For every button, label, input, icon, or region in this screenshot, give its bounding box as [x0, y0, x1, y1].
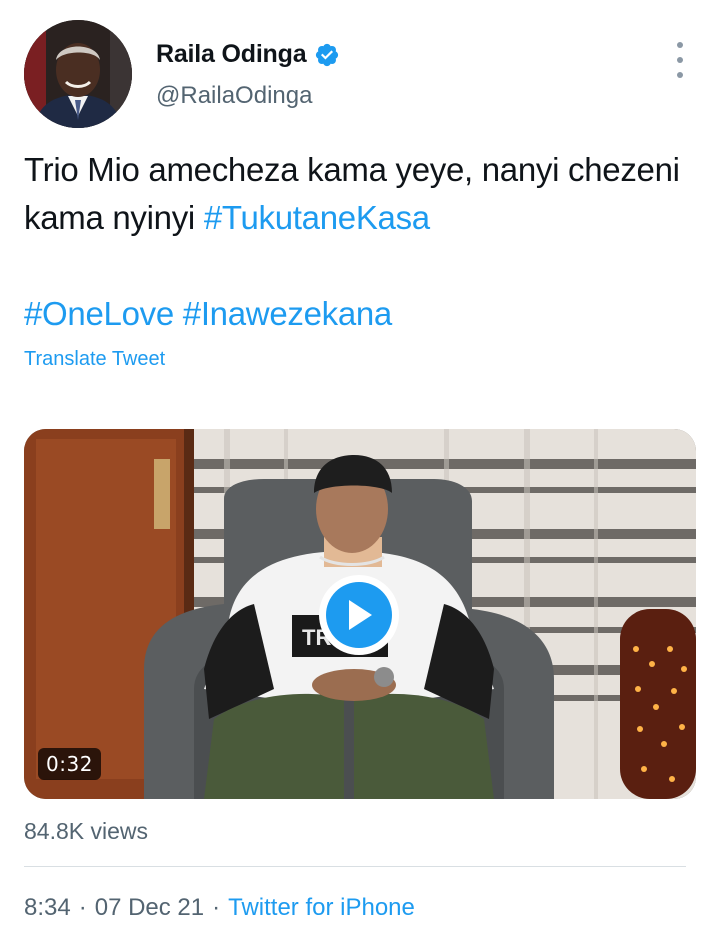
tweet-header: Raila Odinga @RailaOdinga: [24, 20, 696, 132]
hashtag-onelove[interactable]: #OneLove: [24, 295, 174, 332]
hashtag-tukutanekasa[interactable]: #TukutaneKasa: [204, 199, 430, 236]
play-button[interactable]: [319, 575, 399, 655]
verified-badge-icon: [316, 43, 339, 66]
tweet-source-link[interactable]: Twitter for iPhone: [228, 894, 415, 922]
meta-separator: ·: [78, 894, 87, 921]
tweet-time[interactable]: 8:34: [24, 894, 71, 922]
author-handle[interactable]: @RailaOdinga: [156, 82, 312, 110]
video-duration: 0:32: [38, 748, 101, 780]
author-avatar[interactable]: [24, 20, 132, 128]
tweet-hashtags: #OneLove #Inawezekana: [24, 290, 392, 338]
more-options-icon[interactable]: [670, 42, 690, 78]
author-display-name[interactable]: Raila Odinga: [156, 40, 307, 69]
author-name-row: Raila Odinga: [156, 40, 340, 69]
tweet-date[interactable]: 07 Dec 21: [95, 894, 204, 922]
meta-separator: ·: [212, 894, 221, 921]
play-icon: [326, 582, 392, 648]
video-player[interactable]: TR 0:32: [24, 429, 696, 799]
view-count: 84.8K views: [24, 818, 149, 844]
tweet-text: Trio Mio amecheza kama yeye, nanyi cheze…: [24, 146, 684, 242]
divider: [24, 866, 686, 867]
hashtag-inawezekana[interactable]: #Inawezekana: [183, 295, 393, 332]
tweet-metadata: 8:34 · 07 Dec 21 · Twitter for iPhone: [24, 894, 415, 922]
translate-tweet-link[interactable]: Translate Tweet: [24, 348, 165, 371]
